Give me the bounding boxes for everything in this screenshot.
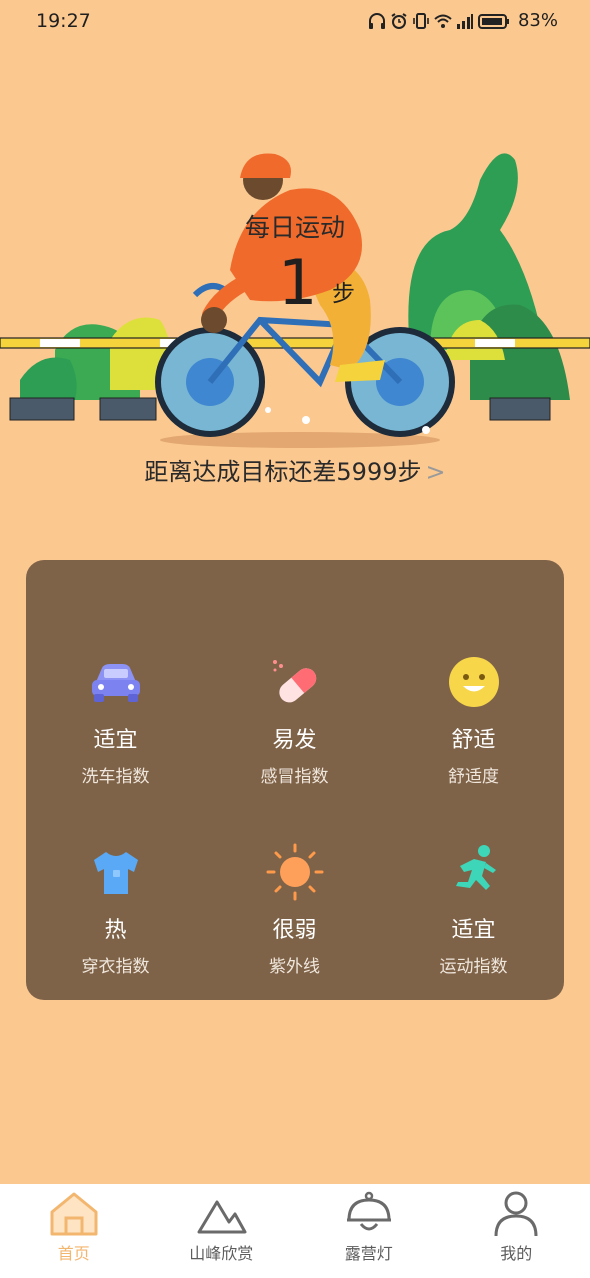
mountain-icon xyxy=(197,1200,247,1234)
lamp-icon xyxy=(346,1191,391,1231)
step-count: 1 xyxy=(278,246,318,319)
pill-icon xyxy=(272,660,316,703)
goal-remaining-link[interactable]: 距离达成目标还差5999步 > xyxy=(0,452,590,487)
home-icon xyxy=(50,1192,98,1236)
headphones-icon xyxy=(368,12,385,29)
status-bar: 19:27 83% xyxy=(0,0,590,44)
sport-value: 适宜 xyxy=(451,918,496,943)
comfort-index[interactable]: 舒适 舒适度 xyxy=(384,652,563,787)
step-unit: 步 xyxy=(332,281,355,307)
comfort-label: 舒适度 xyxy=(448,767,499,787)
nav-home[interactable]: 首页 xyxy=(0,1184,148,1278)
cold-index[interactable]: 易发 感冒指数 xyxy=(205,652,384,787)
clothing-label: 穿衣指数 xyxy=(81,957,150,977)
sport-index[interactable]: 适宜 运动指数 xyxy=(384,842,563,977)
cold-value: 易发 xyxy=(272,728,317,753)
nav-profile-label: 我的 xyxy=(500,1244,533,1263)
car-icon xyxy=(91,664,140,702)
car-wash-label: 洗车指数 xyxy=(81,767,150,787)
nav-mountains[interactable]: 山峰欣赏 xyxy=(148,1184,296,1278)
sport-label: 运动指数 xyxy=(439,957,508,977)
wifi-icon xyxy=(434,14,452,28)
battery-percent: 83% xyxy=(517,10,558,31)
clothing-value: 热 xyxy=(104,918,127,943)
cold-label: 感冒指数 xyxy=(260,767,329,787)
vibrate-icon xyxy=(413,12,429,29)
daily-exercise-title: 每日运动 xyxy=(244,213,345,242)
runner-icon xyxy=(455,845,496,890)
uv-index[interactable]: 很弱 紫外线 xyxy=(205,842,384,977)
uv-value: 很弱 xyxy=(272,918,317,943)
clothing-index[interactable]: 热 穿衣指数 xyxy=(26,842,205,977)
nav-mountains-label: 山峰欣赏 xyxy=(189,1244,254,1263)
life-index-card: 适宜 洗车指数 易发 感冒指数 舒适 舒适度 热 穿衣指数 很弱 紫外线 适宜 … xyxy=(26,560,564,1000)
status-icons: 83% xyxy=(368,10,558,31)
sun-icon xyxy=(266,843,323,901)
alarm-icon xyxy=(391,12,407,29)
goal-remaining-text: 距离达成目标还差5999步 xyxy=(144,458,422,486)
comfort-value: 舒适 xyxy=(451,728,496,753)
car-wash-value: 适宜 xyxy=(93,728,138,753)
nav-home-label: 首页 xyxy=(57,1244,90,1263)
smiley-icon xyxy=(448,657,499,707)
battery-icon xyxy=(477,13,509,29)
car-wash-index[interactable]: 适宜 洗车指数 xyxy=(26,652,205,787)
shirt-icon xyxy=(93,852,138,894)
chevron-right-icon: > xyxy=(425,458,446,486)
signal-icon xyxy=(456,13,473,29)
uv-label: 紫外线 xyxy=(269,957,320,977)
bottom-nav: 首页 山峰欣赏 露营灯 我的 xyxy=(0,1184,590,1278)
nav-profile[interactable]: 我的 xyxy=(443,1184,590,1278)
nav-lamp-label: 露营灯 xyxy=(344,1244,393,1263)
nav-lamp[interactable]: 露营灯 xyxy=(295,1184,443,1278)
status-time: 19:27 xyxy=(36,10,91,32)
user-icon xyxy=(494,1191,538,1237)
